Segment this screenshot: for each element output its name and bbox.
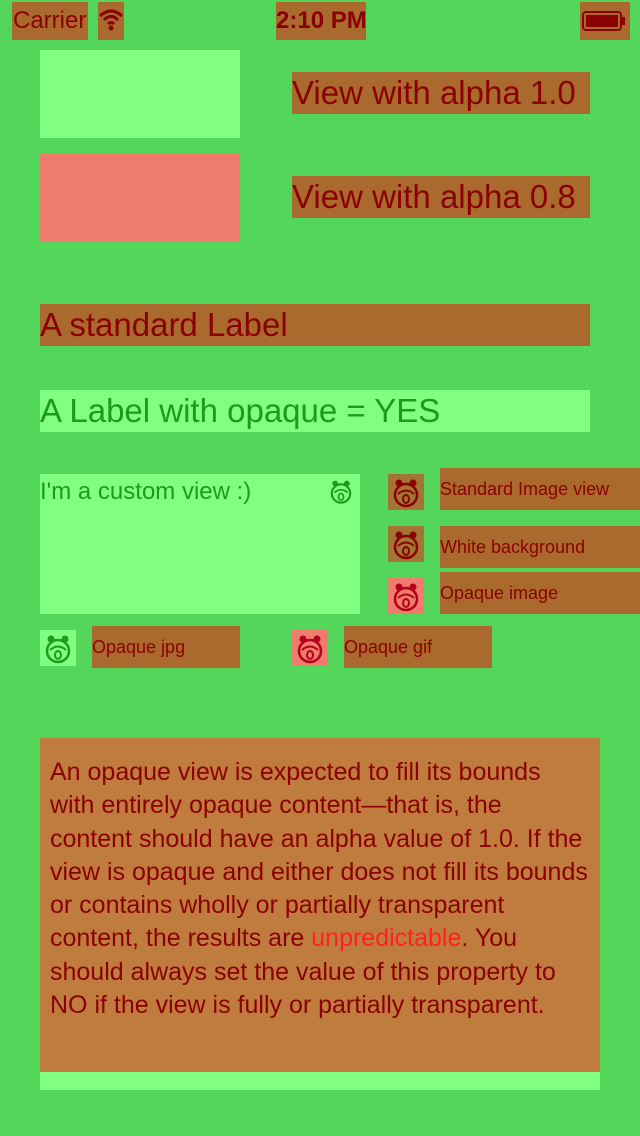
custom-view: I'm a custom view :) bbox=[40, 474, 360, 614]
alpha-08-label: View with alpha 0.8 bbox=[292, 176, 590, 218]
standard-image-label: Standard Image view bbox=[440, 468, 640, 510]
bug-face-icon bbox=[388, 474, 424, 510]
status-time: 2:10 PM bbox=[276, 2, 366, 40]
bug-face-icon bbox=[388, 526, 424, 562]
opaque-description-text: An opaque view is expected to fill its b… bbox=[40, 738, 600, 1072]
opaque-image-label: Opaque image bbox=[440, 572, 640, 614]
bug-face-icon bbox=[388, 578, 424, 614]
alpha-1-label: View with alpha 1.0 bbox=[292, 72, 590, 114]
standard-label: A standard Label bbox=[40, 304, 590, 346]
bug-face-icon bbox=[292, 630, 328, 666]
unpredictable-highlight: unpredictable bbox=[311, 924, 462, 953]
opaque-gif-label: Opaque gif bbox=[344, 626, 492, 668]
bug-face-icon bbox=[40, 630, 76, 666]
status-carrier: Carrier bbox=[12, 2, 88, 40]
opaque-label: A Label with opaque = YES bbox=[40, 390, 590, 432]
battery-icon bbox=[580, 2, 630, 40]
paragraph-bottom-strip bbox=[40, 1072, 600, 1090]
wifi-icon bbox=[98, 2, 124, 40]
opaque-jpg-label: Opaque jpg bbox=[92, 626, 240, 668]
white-background-label: White background bbox=[440, 526, 640, 568]
custom-view-text: I'm a custom view :) bbox=[40, 478, 252, 505]
alpha-08-view bbox=[40, 154, 240, 242]
bug-face-icon bbox=[326, 476, 356, 506]
alpha-1-view bbox=[40, 50, 240, 138]
